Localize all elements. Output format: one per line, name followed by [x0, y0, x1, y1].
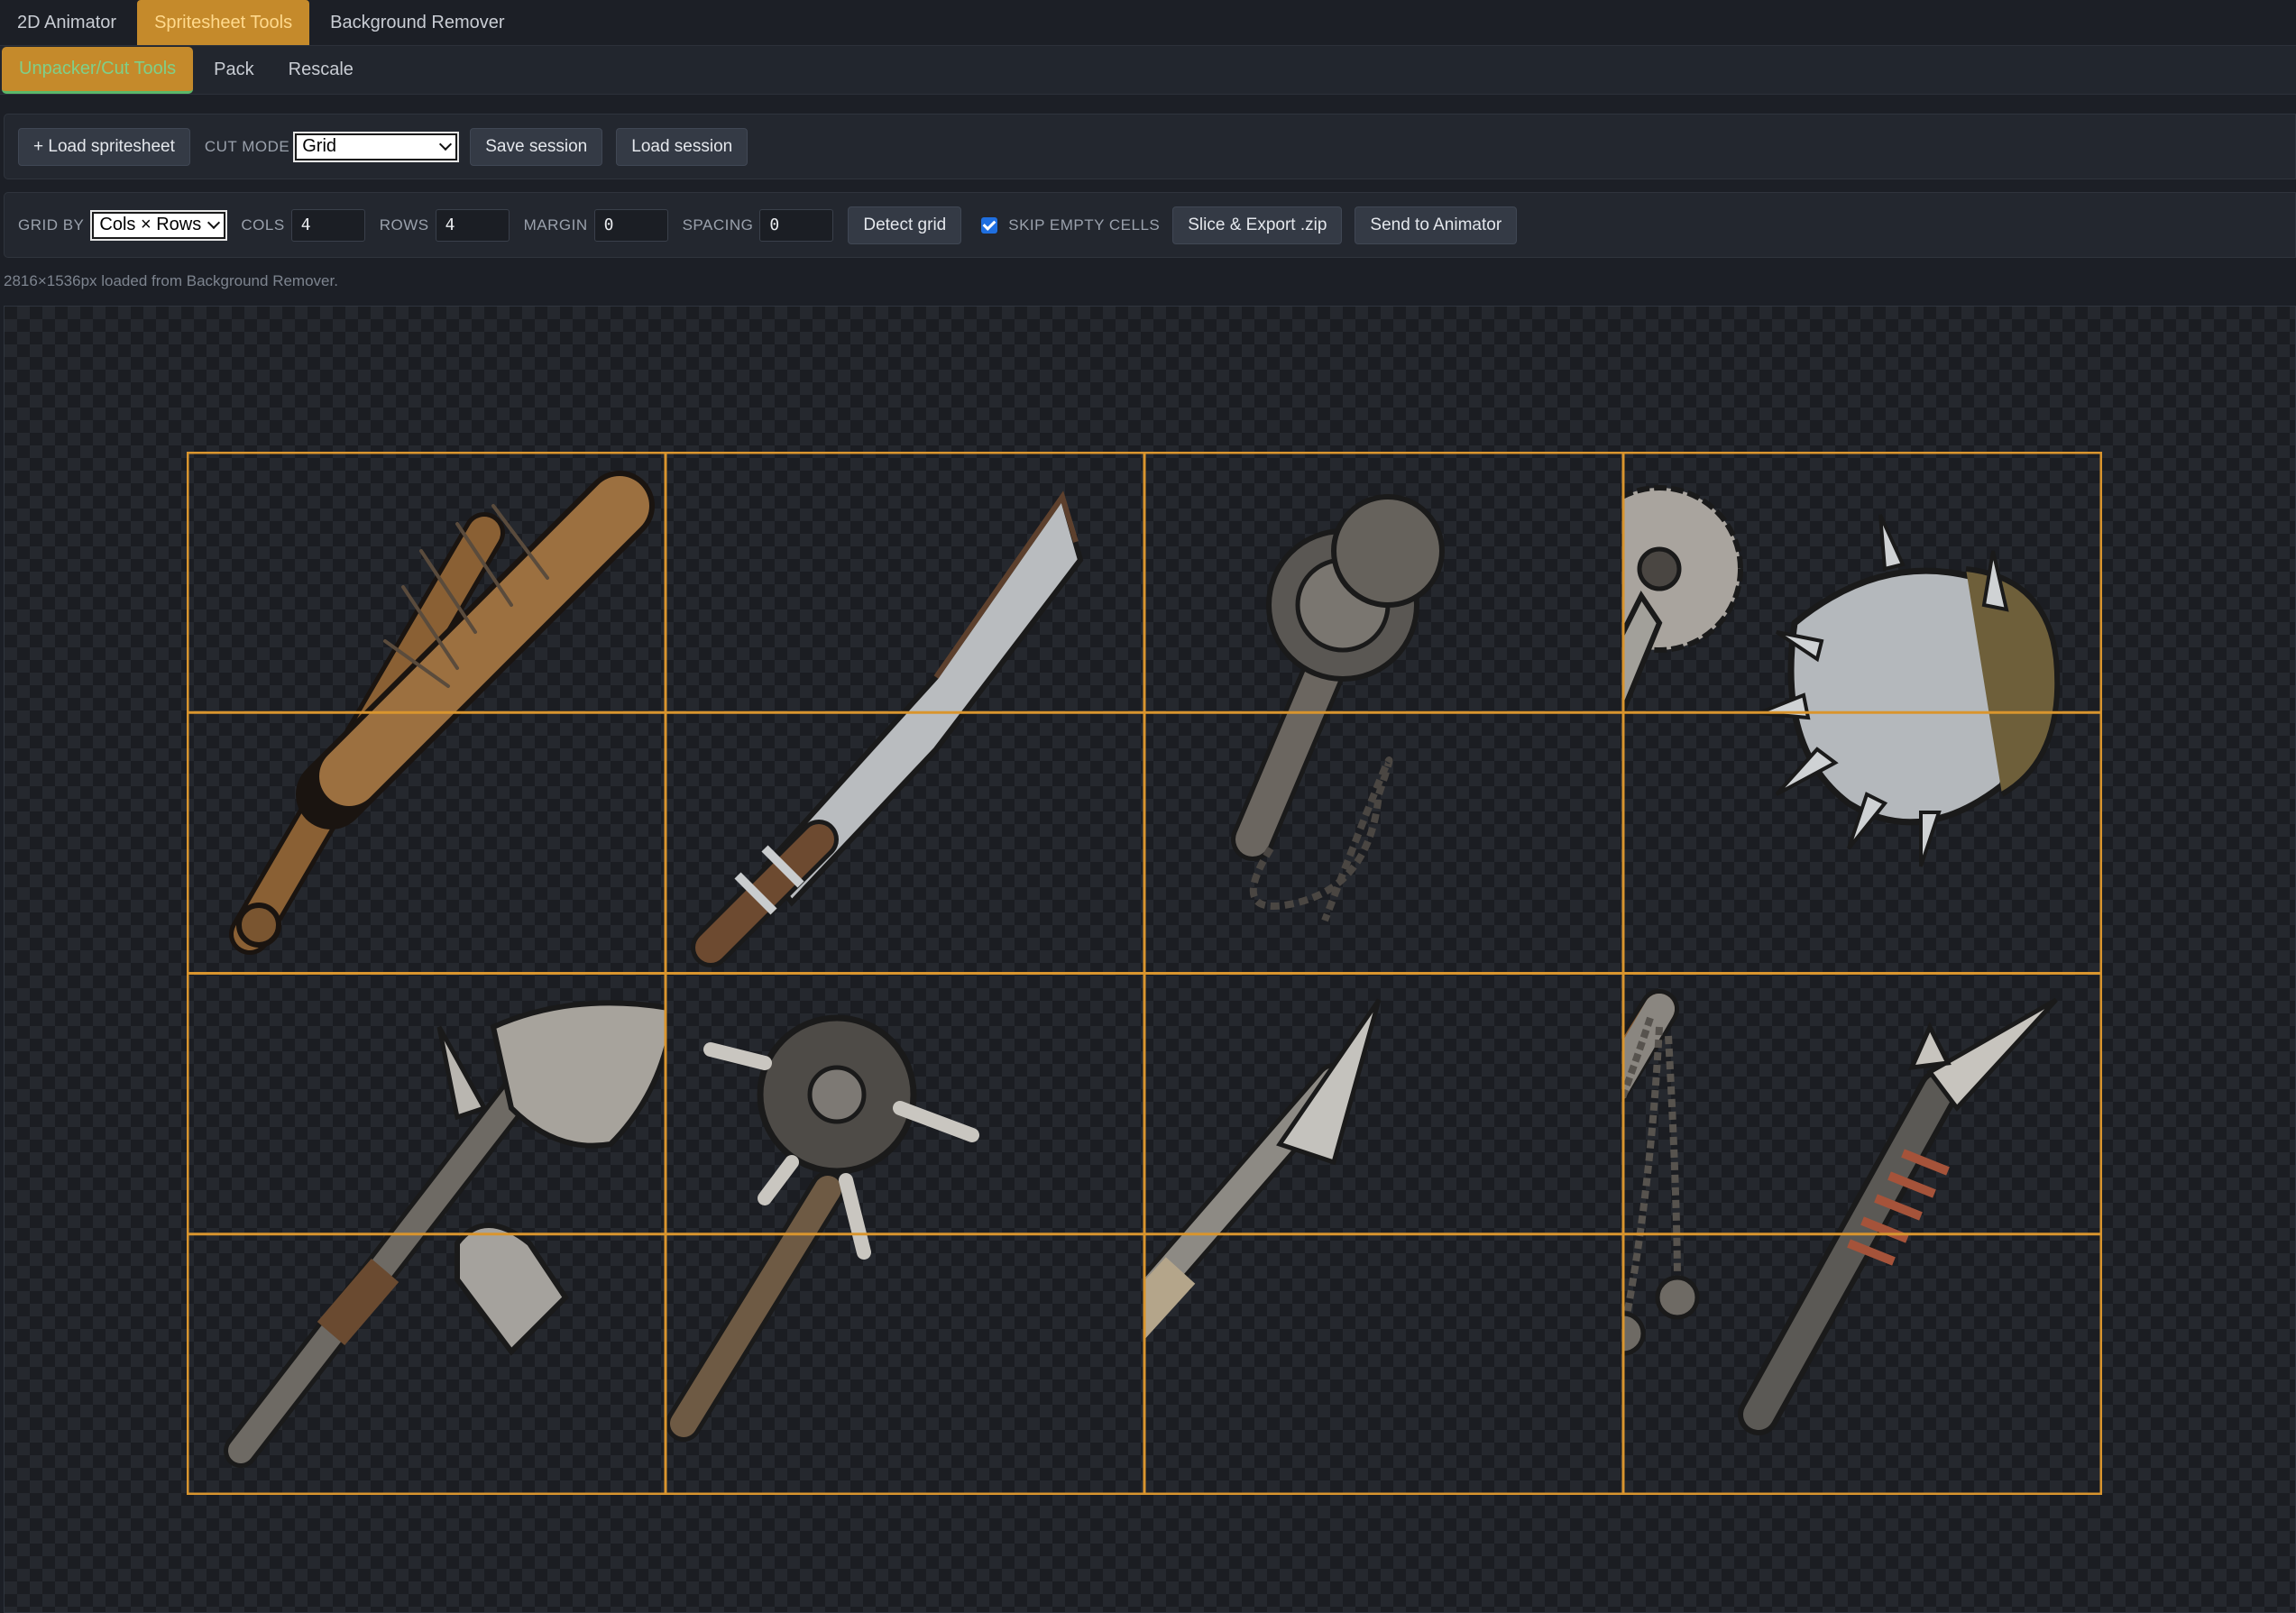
- cut-mode-value: Grid: [302, 136, 337, 156]
- status-text: 2816×1536px loaded from Background Remov…: [4, 272, 338, 289]
- load-session-button[interactable]: Load session: [616, 127, 748, 166]
- margin-input[interactable]: 0: [593, 208, 668, 242]
- detect-grid-button[interactable]: Detect grid: [848, 206, 962, 244]
- cols-label: COLS: [241, 215, 285, 234]
- cut-mode-select[interactable]: Grid: [293, 131, 460, 162]
- sub-tab-bar: Unpacker/Cut Tools Pack Rescale: [0, 46, 2296, 95]
- grid-by-value: Cols × Rows: [99, 215, 202, 234]
- cols-input[interactable]: 4: [290, 208, 365, 242]
- tab-2d-animator[interactable]: 2D Animator: [0, 0, 133, 45]
- chevron-down-icon: [439, 137, 453, 151]
- sprite-canvas[interactable]: [4, 306, 2296, 1613]
- chevron-down-icon: [207, 215, 221, 229]
- slice-export-button[interactable]: Slice & Export .zip: [1172, 206, 1343, 244]
- tab-pack[interactable]: Pack: [197, 47, 271, 94]
- tab-spritesheet-tools[interactable]: Spritesheet Tools: [137, 0, 310, 45]
- top-tab-bar: 2D Animator Spritesheet Tools Background…: [0, 0, 2296, 46]
- skip-empty-checkbox[interactable]: [981, 216, 998, 234]
- spacing-input[interactable]: 0: [759, 208, 834, 242]
- margin-label: MARGIN: [523, 215, 588, 234]
- grid-by-label: GRID BY: [18, 215, 85, 234]
- tab-rescale[interactable]: Rescale: [271, 47, 371, 94]
- spritesheet-image: [187, 452, 2102, 1495]
- send-to-animator-button[interactable]: Send to Animator: [1355, 206, 1518, 244]
- tab-unpacker-cut-tools[interactable]: Unpacker/Cut Tools: [2, 46, 194, 94]
- grid-by-select[interactable]: Cols × Rows: [90, 209, 228, 241]
- load-toolbar: + Load spritesheet CUT MODE Grid Save se…: [4, 114, 2296, 179]
- load-spritesheet-button[interactable]: + Load spritesheet: [18, 127, 190, 166]
- tab-background-remover[interactable]: Background Remover: [313, 0, 521, 45]
- rows-label: ROWS: [379, 215, 429, 234]
- spacing-label: SPACING: [682, 215, 754, 234]
- skip-empty-label: SKIP EMPTY CELLS: [1008, 215, 1161, 234]
- grid-overlay: [187, 452, 2102, 1495]
- rows-input[interactable]: 4: [435, 208, 510, 242]
- cut-mode-label: CUT MODE: [204, 137, 290, 155]
- grid-toolbar: GRID BY Cols × Rows COLS 4 ROWS 4 MARGIN…: [4, 192, 2296, 258]
- save-session-button[interactable]: Save session: [470, 127, 603, 166]
